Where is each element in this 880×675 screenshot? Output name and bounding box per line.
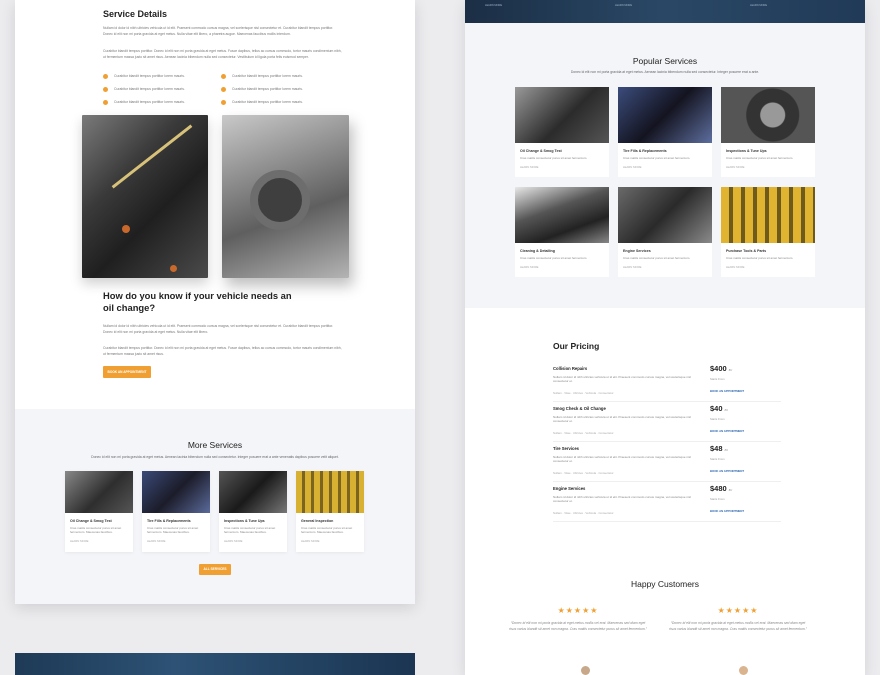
service-card-image — [296, 471, 364, 513]
pricing-item: Tire Services Nullam id dolor id nibh ul… — [553, 442, 781, 482]
hero-link[interactable]: LEARN MORE — [615, 4, 632, 7]
checklist-item: Curabitur blandit tempus porttitor lorem… — [103, 85, 221, 93]
check-dot-icon — [221, 99, 226, 105]
avatar — [581, 666, 590, 675]
happy-customers-title: Happy Customers — [630, 579, 700, 589]
service-card[interactable]: Cleaning & Detailing Cras mattis consect… — [515, 187, 609, 277]
learn-more-link[interactable]: LEARN MORE — [65, 535, 133, 543]
rating-stars-icon: ★★★★★ — [717, 606, 759, 615]
pricing-item: Engine Services Nullam id dolor id nibh … — [553, 482, 781, 522]
service-card[interactable]: Engine Services Cras mattis consectetur … — [618, 187, 712, 277]
service-details-title: Service Details — [103, 9, 168, 19]
check-dot-icon — [103, 86, 108, 92]
checklist-item: Curabitur blandit tempus porttitor lorem… — [221, 98, 339, 106]
testimonial-quote: “Donec id elit non mi porta gravida at e… — [509, 621, 647, 632]
testimonial: ★★★★★ “Donec id elit non mi porta gravid… — [508, 606, 648, 633]
question-paragraph-1: Nullam id dolor id nibh ultricies vehicu… — [103, 324, 334, 334]
book-appointment-link[interactable]: BOOK AN APPOINTMENT — [710, 389, 744, 393]
service-details-paragraph-2: Curabitur blandit tempus porttitor. Done… — [103, 49, 342, 59]
service-card[interactable]: Tire Fills & Replacements Cras mattis co… — [142, 471, 210, 552]
checklist-item: Curabitur blandit tempus porttitor lorem… — [221, 85, 339, 93]
pricing-item: Collision Repairs Nullam id dolor id nib… — [553, 362, 781, 402]
services-overview-page: LEARN MORE LEARN MORE LEARN MORE Popular… — [465, 0, 865, 675]
price-amount: $480/hr — [710, 484, 733, 493]
engine-oil-dipstick-photo — [82, 115, 208, 278]
book-appointment-link[interactable]: BOOK AN APPOINTMENT — [710, 509, 744, 513]
service-card[interactable]: Purchase Tools & Parts Cras mattis conse… — [721, 187, 815, 277]
service-card[interactable]: Tire Fills & Replacements Cras mattis co… — [618, 87, 712, 177]
pricing-item: Smog Check & Oil Change Nullam id dolor … — [553, 402, 781, 442]
service-card[interactable]: Inspections & Tune Ups Cras mattis conse… — [721, 87, 815, 177]
checklist-item: Curabitur blandit tempus porttitor lorem… — [221, 72, 339, 80]
learn-more-link[interactable]: LEARN MORE — [618, 260, 712, 269]
hero-link[interactable]: LEARN MORE — [750, 4, 767, 7]
learn-more-link[interactable]: LEARN MORE — [219, 535, 287, 543]
checklist-item: Curabitur blandit tempus porttitor lorem… — [103, 98, 221, 106]
service-card-image — [618, 187, 712, 243]
testimonial-quote: “Donec id elit non mi porta gravida at e… — [669, 621, 807, 632]
more-services-title: More Services — [187, 440, 243, 450]
service-card-image — [515, 187, 609, 243]
service-card-image — [219, 471, 287, 513]
checklist-item: Curabitur blandit tempus porttitor lorem… — [103, 72, 221, 80]
learn-more-link[interactable]: LEARN MORE — [618, 160, 712, 169]
throttle-body-photo — [222, 115, 349, 278]
popular-services-grid: Oil Change & Smog Test Cras mattis conse… — [515, 87, 815, 277]
service-details-paragraph-1: Nullam id dolor id nibh ultricies vehicu… — [103, 26, 334, 36]
service-card-image — [721, 87, 815, 143]
service-card[interactable]: Oil Change & Smog Test Cras mattis conse… — [65, 471, 133, 552]
service-card-image — [618, 87, 712, 143]
all-services-button[interactable]: ALL SERVICES — [199, 564, 231, 575]
book-appointment-button[interactable]: BOOK AN APPOINTMENT — [103, 366, 151, 378]
book-appointment-link[interactable]: BOOK AN APPOINTMENT — [710, 469, 744, 473]
learn-more-link[interactable]: LEARN MORE — [142, 535, 210, 543]
popular-services-section: Popular Services Donec id elit non mi po… — [465, 23, 865, 308]
popular-services-title: Popular Services — [632, 56, 698, 66]
service-card[interactable]: Inspections & Tune Ups Cras mattis conse… — [219, 471, 287, 552]
more-services-subtitle: Donec id elit non mi porta gravida at eg… — [91, 455, 339, 459]
more-services-section: More Services Donec id elit non mi porta… — [15, 409, 415, 604]
pricing-title: Our Pricing — [553, 341, 600, 351]
service-details-page: Service Details Nullam id dolor id nibh … — [15, 0, 415, 604]
check-dot-icon — [221, 73, 226, 79]
check-dot-icon — [103, 73, 108, 79]
learn-more-link[interactable]: LEARN MORE — [721, 160, 815, 169]
service-card-image — [515, 87, 609, 143]
rating-stars-icon: ★★★★★ — [557, 606, 599, 615]
service-card[interactable]: Oil Change & Smog Test Cras mattis conse… — [515, 87, 609, 177]
price-amount: $48/hr — [710, 444, 729, 453]
service-card[interactable]: General Inspection Cras mattis consectet… — [296, 471, 364, 552]
pricing-list: Collision Repairs Nullam id dolor id nib… — [553, 362, 781, 522]
popular-services-subtitle: Donec id elit non mi porta gravida at eg… — [570, 70, 760, 74]
check-dot-icon — [221, 86, 226, 92]
learn-more-link[interactable]: LEARN MORE — [515, 260, 609, 269]
service-card-image — [65, 471, 133, 513]
hero-strip: LEARN MORE LEARN MORE LEARN MORE — [465, 0, 865, 23]
question-paragraph-2: Curabitur blandit tempus porttitor. Done… — [103, 346, 342, 356]
next-page-hero-strip — [15, 653, 415, 675]
service-card-image — [721, 187, 815, 243]
price-amount: $400/hr — [710, 364, 733, 373]
service-checklist: Curabitur blandit tempus porttitor lorem… — [103, 72, 343, 106]
hero-link[interactable]: LEARN MORE — [485, 4, 502, 7]
price-amount: $40/hr — [710, 404, 729, 413]
avatar — [739, 666, 748, 675]
learn-more-link[interactable]: LEARN MORE — [721, 260, 815, 269]
service-card-image — [142, 471, 210, 513]
check-dot-icon — [103, 99, 108, 105]
book-appointment-link[interactable]: BOOK AN APPOINTMENT — [710, 429, 744, 433]
testimonial: ★★★★★ “Donec id elit non mi porta gravid… — [668, 606, 808, 633]
more-services-cards: Oil Change & Smog Test Cras mattis conse… — [65, 471, 364, 552]
learn-more-link[interactable]: LEARN MORE — [515, 160, 609, 169]
learn-more-link[interactable]: LEARN MORE — [296, 535, 364, 543]
oil-change-question-heading: How do you know if your vehicle needs an… — [103, 290, 292, 313]
